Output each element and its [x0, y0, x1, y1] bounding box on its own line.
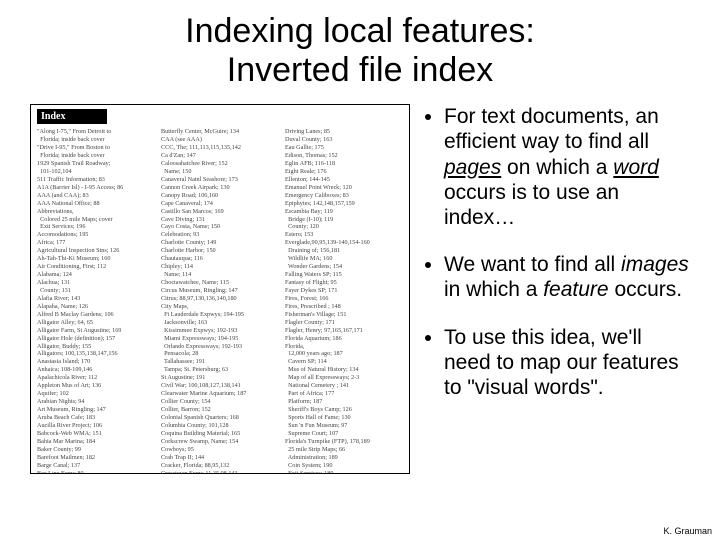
index-illustration: Index "Along I-75," From Detroit to Flor…: [30, 104, 410, 474]
index-col-3: Driving Lanes; 85 Duval County; 163 Eau …: [285, 128, 403, 474]
slide-root: Indexing local features: Inverted file i…: [0, 0, 720, 540]
bullet-1-text-c: occurs is to use an index…: [444, 181, 619, 229]
bullet-1-word: word: [613, 156, 659, 179]
bullet-2: We want to find all images in which a fe…: [444, 252, 690, 302]
bullet-2-text-b: in which a: [444, 278, 543, 301]
slide-title: Indexing local features: Inverted file i…: [30, 12, 690, 90]
bullet-list: For text documents, an efficient way to …: [422, 104, 690, 474]
index-header: Index: [37, 109, 107, 124]
bullet-3: To use this idea, we'll need to map our …: [444, 325, 690, 401]
content-row: Index "Along I-75," From Detroit to Flor…: [30, 104, 690, 474]
bullet-2-text-a: We want to find all: [444, 253, 621, 276]
bullet-1-text-a: For text documents, an efficient way to …: [444, 105, 659, 153]
credit-text: K. Grauman: [663, 526, 712, 536]
bullet-1: For text documents, an efficient way to …: [444, 104, 690, 230]
bullet-1-text-b: on which a: [501, 156, 613, 179]
index-columns: "Along I-75," From Detroit to Florida; i…: [37, 128, 403, 474]
bullet-2-text-c: occurs.: [609, 278, 683, 301]
title-line-1: Indexing local features:: [185, 12, 535, 50]
bullet-2-feature: feature: [543, 278, 608, 301]
bullet-1-pages: pages: [444, 156, 501, 179]
bullet-2-images: images: [621, 253, 689, 276]
title-line-2: Inverted file index: [227, 51, 494, 89]
index-col-2: Butterfly Center, McGuire; 134 CAA (see …: [161, 128, 279, 474]
index-col-1: "Along I-75," From Detroit to Florida; i…: [37, 128, 155, 474]
